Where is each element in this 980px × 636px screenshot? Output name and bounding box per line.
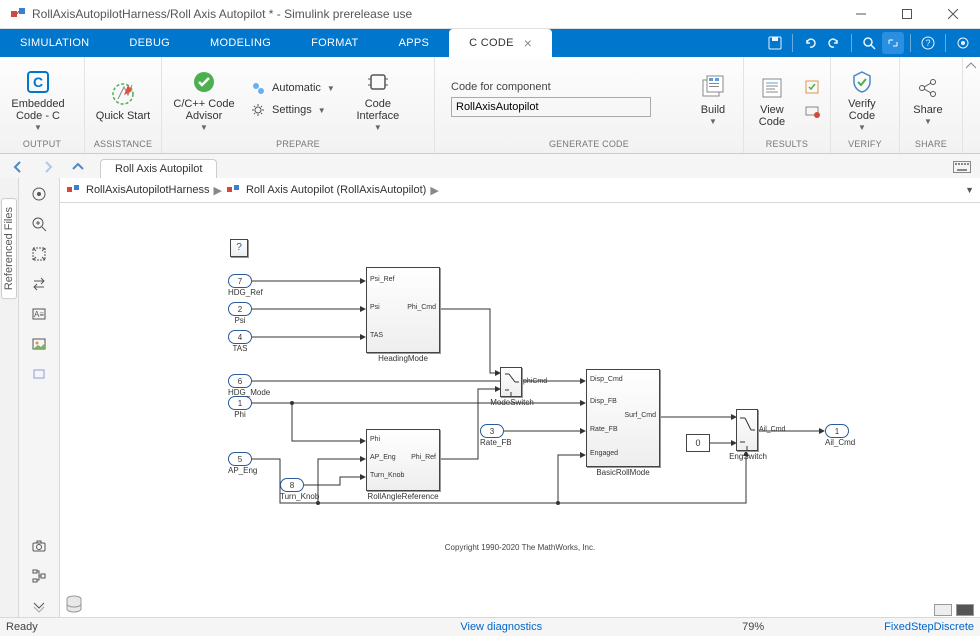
svg-text:C: C: [33, 74, 43, 90]
close-button[interactable]: [930, 0, 976, 28]
expand-icon[interactable]: [882, 32, 904, 54]
undo-icon[interactable]: [799, 32, 821, 54]
help-block[interactable]: ?: [230, 239, 248, 257]
minimize-button[interactable]: [838, 0, 884, 28]
inport-hdg-mode[interactable]: 6HDG_Mode: [228, 374, 252, 388]
nav-forward-button[interactable]: [34, 155, 62, 179]
inport-turn-knob[interactable]: 8Turn_Knob: [280, 478, 304, 492]
quick-start-button[interactable]: Quick Start: [91, 76, 155, 122]
window-title: RollAxisAutopilotHarness/Roll Axis Autop…: [32, 7, 838, 21]
help-icon[interactable]: ?: [917, 32, 939, 54]
model-icon: [226, 183, 240, 197]
share-button[interactable]: Share▼: [906, 70, 950, 128]
subsys-eng-switch[interactable]: Ail_Cmd EngSwitch: [736, 409, 758, 451]
inport-phi[interactable]: 1Phi: [228, 396, 252, 410]
status-diagnostics[interactable]: View diagnostics: [460, 621, 542, 633]
simulink-canvas[interactable]: ? 7HDG_Ref 2Psi 4TAS 6HDG_Mode 1Phi 3Rat…: [60, 203, 980, 618]
build-button[interactable]: Build▼: [689, 70, 737, 128]
code-component-label: Code for component: [451, 81, 651, 93]
palette-annotation-icon[interactable]: A≡: [25, 302, 53, 326]
palette-fit-icon[interactable]: [25, 242, 53, 266]
view-code-button[interactable]: View Code: [750, 70, 794, 128]
tab-debug[interactable]: DEBUG: [109, 29, 190, 57]
collapse-ribbon-icon[interactable]: [962, 57, 980, 153]
embedded-code-button[interactable]: C Embedded Code - C▼: [6, 64, 70, 134]
results-opt2-icon[interactable]: [802, 102, 822, 120]
breadcrumb-dropdown-icon[interactable]: ▼: [965, 185, 974, 195]
palette-swap-icon[interactable]: [25, 272, 53, 296]
palette-target-icon[interactable]: [25, 182, 53, 206]
code-advisor-button[interactable]: C/C++ Code Advisor▼: [168, 64, 240, 134]
app-icon: [10, 6, 26, 22]
breadcrumb-child[interactable]: Roll Axis Autopilot (RollAxisAutopilot): [246, 184, 426, 196]
settings-button[interactable]: Settings ▼: [248, 101, 337, 119]
palette-hierarchy-icon[interactable]: [25, 564, 53, 588]
nav-back-button[interactable]: [4, 155, 32, 179]
verify-code-button[interactable]: Verify Code▼: [837, 64, 887, 134]
status-zoom[interactable]: 79%: [742, 621, 764, 633]
subsys-roll-angle-ref[interactable]: Phi AP_Eng Turn_Knob Phi_Ref RollAngleRe…: [366, 429, 440, 491]
inport-ap-eng[interactable]: 5AP_Eng: [228, 452, 252, 466]
inport-hdg-ref[interactable]: 7HDG_Ref: [228, 274, 252, 288]
model-tab[interactable]: Roll Axis Autopilot: [100, 159, 217, 178]
constant-block[interactable]: 0: [686, 434, 710, 452]
inport-tas[interactable]: 4TAS: [228, 330, 252, 344]
save-icon[interactable]: [764, 32, 786, 54]
status-ready: Ready: [6, 621, 38, 633]
tab-modeling[interactable]: MODELING: [190, 29, 291, 57]
copyright-text: Copyright 1990-2020 The MathWorks, Inc.: [60, 543, 980, 552]
referenced-files-tab[interactable]: Referenced Files: [0, 178, 19, 618]
tab-format[interactable]: FORMAT: [291, 29, 378, 57]
subsys-basic-roll-mode[interactable]: Disp_Cmd Disp_FB Rate_FB Engaged Surf_Cm…: [586, 369, 660, 467]
results-opt1-icon[interactable]: [802, 78, 822, 96]
target-icon[interactable]: [952, 32, 974, 54]
inport-psi[interactable]: 2Psi: [228, 302, 252, 316]
palette-rect-icon[interactable]: [25, 362, 53, 386]
redo-icon[interactable]: [823, 32, 845, 54]
breadcrumb-root[interactable]: RollAxisAutopilotHarness: [86, 184, 210, 196]
tab-simulation[interactable]: SIMULATION: [0, 29, 109, 57]
model-icon: [66, 183, 80, 197]
svg-text:?: ?: [925, 38, 930, 48]
palette-camera-icon[interactable]: [25, 534, 53, 558]
maximize-button[interactable]: [884, 0, 930, 28]
search-icon[interactable]: [858, 32, 880, 54]
tab-ccode[interactable]: C CODE×: [449, 29, 552, 57]
palette-more-icon[interactable]: [25, 594, 53, 618]
palette-zoom-icon[interactable]: [25, 212, 53, 236]
canvas-view-toggles[interactable]: [934, 604, 974, 616]
keyboard-icon[interactable]: [948, 155, 976, 179]
tab-apps[interactable]: APPS: [379, 29, 450, 57]
subsys-heading-mode[interactable]: Psi_Ref Psi TAS Phi_Cmd HeadingMode: [366, 267, 440, 353]
nav-up-button[interactable]: [64, 155, 92, 179]
close-tab-icon[interactable]: ×: [524, 35, 532, 51]
subsys-mode-switch[interactable]: phiCmd ModeSwitch: [500, 367, 522, 397]
outport-ail-cmd[interactable]: 1Ail_Cmd: [825, 424, 849, 438]
code-component-input[interactable]: [451, 97, 651, 117]
automatic-button[interactable]: Automatic ▼: [248, 79, 337, 97]
status-solver[interactable]: FixedStepDiscrete: [884, 621, 974, 633]
database-icon[interactable]: [64, 594, 84, 614]
palette-image-icon[interactable]: [25, 332, 53, 356]
code-interface-button[interactable]: Code Interface▼: [345, 64, 411, 134]
svg-text:A≡: A≡: [34, 310, 44, 319]
inport-rate-fb[interactable]: 3Rate_FB: [480, 424, 504, 438]
